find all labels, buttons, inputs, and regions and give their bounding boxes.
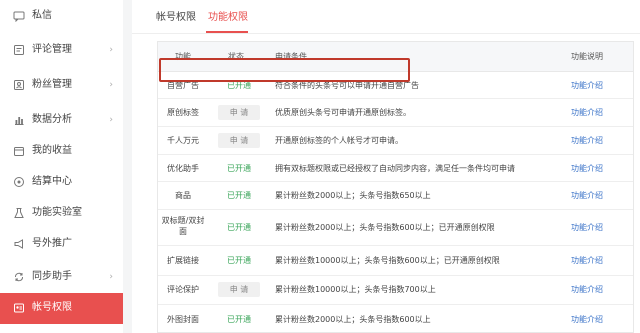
chart-icon	[12, 113, 26, 127]
sidebar: 私信 评论管理 › 粉丝管理 › 数据分析 › 我的收益 结算中心 功能实验室 …	[0, 0, 123, 333]
table-row: 外图封面 已开通 累计粉丝数2000以上；头条号指数600以上 功能介绍	[158, 305, 633, 333]
func-name: 扩展链接	[167, 256, 199, 265]
sidebar-item-account-permissions[interactable]: 帐号权限	[0, 293, 123, 324]
sidebar-item-label: 评论管理	[32, 44, 72, 55]
condition-text: 累计粉丝数2000以上；头条号指数600以上	[275, 315, 431, 324]
sidebar-item-label: 号外推广	[32, 238, 72, 249]
header-cond: 申请条件	[275, 52, 307, 61]
condition-text: 累计粉丝数2000以上；头条号指数600以上；已开通原创权限	[275, 223, 495, 232]
active-tab-indicator	[206, 31, 248, 33]
comment-icon	[12, 43, 26, 57]
sidebar-item-analytics[interactable]: 数据分析 ›	[0, 105, 123, 135]
header-desc: 功能说明	[571, 52, 603, 61]
table-row: 原创标签 申 请 优质原创头条号可申请开通原创标签。 功能介绍	[158, 99, 633, 127]
sidebar-item-messages[interactable]: 私信	[0, 1, 123, 31]
account-icon	[12, 301, 26, 315]
header-func: 功能	[175, 52, 191, 61]
apply-button[interactable]: 申 请	[218, 133, 260, 148]
status-open: 已开通	[227, 81, 251, 90]
feature-intro-link[interactable]: 功能介绍	[571, 255, 603, 266]
table-row: 优化助手 已开通 拥有双标题权限或已经授权了自动同步内容，满足任一条件均可申请 …	[158, 155, 633, 182]
sidebar-item-fans[interactable]: 粉丝管理 ›	[0, 70, 123, 100]
sidebar-item-label: 结算中心	[32, 176, 72, 187]
tab-feature-permissions[interactable]: 功能权限	[208, 11, 248, 25]
permissions-table: 功能 状态 申请条件 功能说明 自营广告 已开通 符合条件的头条号可以申请开通自…	[157, 41, 634, 333]
condition-text: 拥有双标题权限或已经授权了自动同步内容，满足任一条件均可申请	[275, 164, 515, 173]
feature-intro-link[interactable]: 功能介绍	[571, 222, 603, 233]
status-open: 已开通	[227, 191, 251, 200]
condition-text: 优质原创头条号可申请开通原创标签。	[275, 108, 411, 117]
sidebar-item-label: 数据分析	[32, 114, 72, 125]
apply-button[interactable]: 申 请	[218, 282, 260, 297]
feature-intro-link[interactable]: 功能介绍	[571, 314, 603, 325]
chevron-right-icon: ›	[109, 80, 113, 90]
sidebar-item-label: 私信	[32, 10, 52, 21]
fans-icon	[12, 78, 26, 92]
table-row: 评论保护 申 请 累计粉丝数10000以上；头条号指数700以上 功能介绍	[158, 276, 633, 305]
func-name: 自营广告	[167, 81, 199, 90]
sidebar-item-earnings[interactable]: 我的收益	[0, 136, 123, 166]
func-name: 优化助手	[167, 164, 199, 173]
func-name: 评论保护	[167, 285, 199, 294]
sidebar-item-promotion[interactable]: 号外推广	[0, 229, 123, 259]
message-icon	[12, 9, 26, 23]
sidebar-item-label: 同步助手	[32, 271, 72, 282]
sync-icon	[12, 270, 26, 284]
table-row: 自营广告 已开通 符合条件的头条号可以申请开通自营广告 功能介绍	[158, 72, 633, 99]
status-open: 已开通	[227, 223, 251, 232]
feature-intro-link[interactable]: 功能介绍	[571, 80, 603, 91]
func-name: 原创标签	[167, 108, 199, 117]
feature-intro-link[interactable]: 功能介绍	[571, 163, 603, 174]
table-row: 千人万元 申 请 开通原创标签的个人帐号才可申请。 功能介绍	[158, 127, 633, 155]
condition-text: 累计粉丝数2000以上；头条号指数650以上	[275, 191, 431, 200]
status-open: 已开通	[227, 164, 251, 173]
settlement-icon	[12, 175, 26, 189]
sidebar-item-sync[interactable]: 同步助手 ›	[0, 262, 123, 292]
tab-bar: 帐号权限 功能权限	[132, 0, 640, 34]
lab-icon	[12, 206, 26, 220]
func-name: 千人万元	[167, 136, 199, 145]
tab-account-permissions[interactable]: 帐号权限	[156, 11, 196, 25]
func-name: 外图封面	[167, 315, 199, 324]
apply-button[interactable]: 申 请	[218, 105, 260, 120]
status-open: 已开通	[227, 315, 251, 324]
sidebar-item-label: 帐号权限	[32, 302, 72, 313]
table-row: 商品 已开通 累计粉丝数2000以上；头条号指数650以上 功能介绍	[158, 182, 633, 210]
condition-text: 符合条件的头条号可以申请开通自营广告	[275, 81, 419, 90]
feature-intro-link[interactable]: 功能介绍	[571, 190, 603, 201]
condition-text: 开通原创标签的个人帐号才可申请。	[275, 136, 403, 145]
status-open: 已开通	[227, 256, 251, 265]
wallet-icon	[12, 144, 26, 158]
sidebar-item-label: 我的收益	[32, 145, 72, 156]
sidebar-item-label: 功能实验室	[32, 207, 82, 218]
table-row: 扩展链接 已开通 累计粉丝数10000以上；头条号指数600以上；已开通原创权限…	[158, 246, 633, 276]
sidebar-item-label: 粉丝管理	[32, 79, 72, 90]
chevron-right-icon: ›	[109, 115, 113, 125]
condition-text: 累计粉丝数10000以上；头条号指数700以上	[275, 285, 436, 294]
feature-intro-link[interactable]: 功能介绍	[571, 107, 603, 118]
condition-text: 累计粉丝数10000以上；头条号指数600以上；已开通原创权限	[275, 256, 500, 265]
feature-intro-link[interactable]: 功能介绍	[571, 284, 603, 295]
table-header: 功能 状态 申请条件 功能说明	[158, 42, 633, 72]
feature-intro-link[interactable]: 功能介绍	[571, 135, 603, 146]
table-row: 双标题/双封面 已开通 累计粉丝数2000以上；头条号指数600以上；已开通原创…	[158, 210, 633, 246]
chevron-right-icon: ›	[109, 45, 113, 55]
sidebar-item-lab[interactable]: 功能实验室	[0, 198, 123, 228]
header-status: 状态	[228, 52, 244, 61]
main-content: 帐号权限 功能权限 功能 状态 申请条件 功能说明 自营广告 已开通 符合条件的…	[132, 0, 640, 333]
megaphone-icon	[12, 237, 26, 251]
sidebar-item-comments[interactable]: 评论管理 ›	[0, 35, 123, 65]
sidebar-item-settlement[interactable]: 结算中心	[0, 167, 123, 197]
chevron-right-icon: ›	[109, 272, 113, 282]
func-name: 双标题/双封面	[161, 216, 205, 236]
func-name: 商品	[175, 191, 191, 200]
